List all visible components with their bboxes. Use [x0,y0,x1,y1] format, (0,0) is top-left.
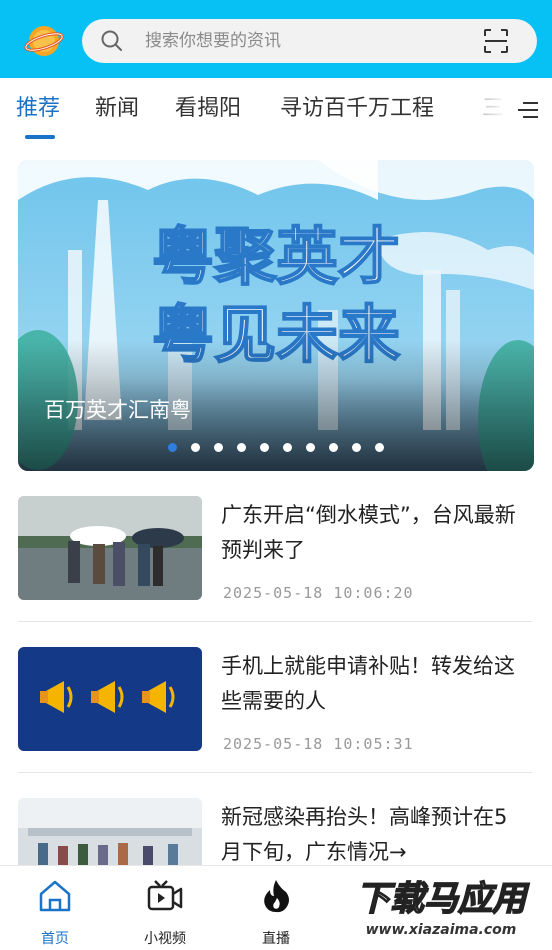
divider [18,621,532,622]
carousel-dot[interactable] [260,443,269,452]
home-icon [39,880,71,912]
news-thumbnail-rain [18,496,202,600]
tab-active-indicator [25,135,55,139]
carousel-dot[interactable] [329,443,338,452]
tab-project[interactable]: 寻访百千万工程 [280,94,434,124]
tab-jieyang[interactable]: 看揭阳 [175,94,241,124]
app-logo-icon[interactable] [24,22,64,60]
carousel-dot[interactable] [214,443,223,452]
watermark-logo: 下载马应用 www.xiazaima.com [330,872,552,942]
banner-headline-1: 粤聚英才 [152,220,400,293]
carousel-dot[interactable] [237,443,246,452]
news-title: 广东开启“倒水模式”，台风最新预判来了 [221,503,516,562]
nav-label-home: 首页 [41,931,69,947]
carousel-dot[interactable] [375,443,384,452]
nav-home[interactable]: 首页 [15,876,95,947]
news-item[interactable]: 手机上就能申请补贴！转发给这些需要的人 2025-05-18 10:05:31 [18,647,534,797]
carousel-dot[interactable] [306,443,315,452]
nav-live[interactable]: 直播 [236,876,316,947]
svg-text:www.xiazaima.com: www.xiazaima.com [366,922,517,938]
nav-label-live: 直播 [262,931,290,947]
news-thumbnail-megaphones [18,647,202,751]
channel-tabs: 推荐 新闻 看揭阳 寻访百千万工程 三 [0,78,552,142]
news-title: 手机上就能申请补贴！转发给这些需要的人 [221,654,515,713]
scan-icon[interactable] [483,28,509,54]
news-time: 2025-05-18 10:05:31 [223,735,414,753]
news-title: 新冠感染再抬头！高峰预计在5月下旬，广东情况→ [221,805,508,864]
banner-image: 粤聚英才 粤见未来 [18,160,534,471]
news-item[interactable]: 广东开启“倒水模式”，台风最新预判来了 2025-05-18 10:06:20 [18,496,534,646]
live-flame-icon [264,880,289,913]
nav-short-video[interactable]: 小视频 [125,876,205,947]
carousel-dot[interactable] [352,443,361,452]
menu-icon[interactable] [516,100,540,120]
divider [18,772,532,773]
app-header: 搜索你想要的资讯 [0,0,552,78]
banner-caption: 百万英才汇南粤 [44,398,191,422]
tab-recommend[interactable]: 推荐 [16,94,60,124]
tab-news[interactable]: 新闻 [95,94,139,124]
search-bar[interactable]: 搜索你想要的资讯 [82,19,537,63]
carousel-dot[interactable] [283,443,292,452]
news-time: 2025-05-18 10:06:20 [223,584,414,602]
svg-text:下载马应用: 下载马应用 [356,879,530,919]
carousel-dot[interactable] [168,443,177,452]
nav-label-short-video: 小视频 [144,931,186,947]
search-placeholder: 搜索你想要的资讯 [145,31,281,51]
banner-carousel[interactable]: 粤聚英才 粤见未来 百万英才汇南粤 [18,160,534,471]
search-icon [101,30,122,51]
carousel-dot[interactable] [191,443,200,452]
tab-fade-overlay [478,92,518,128]
video-icon [147,880,183,911]
